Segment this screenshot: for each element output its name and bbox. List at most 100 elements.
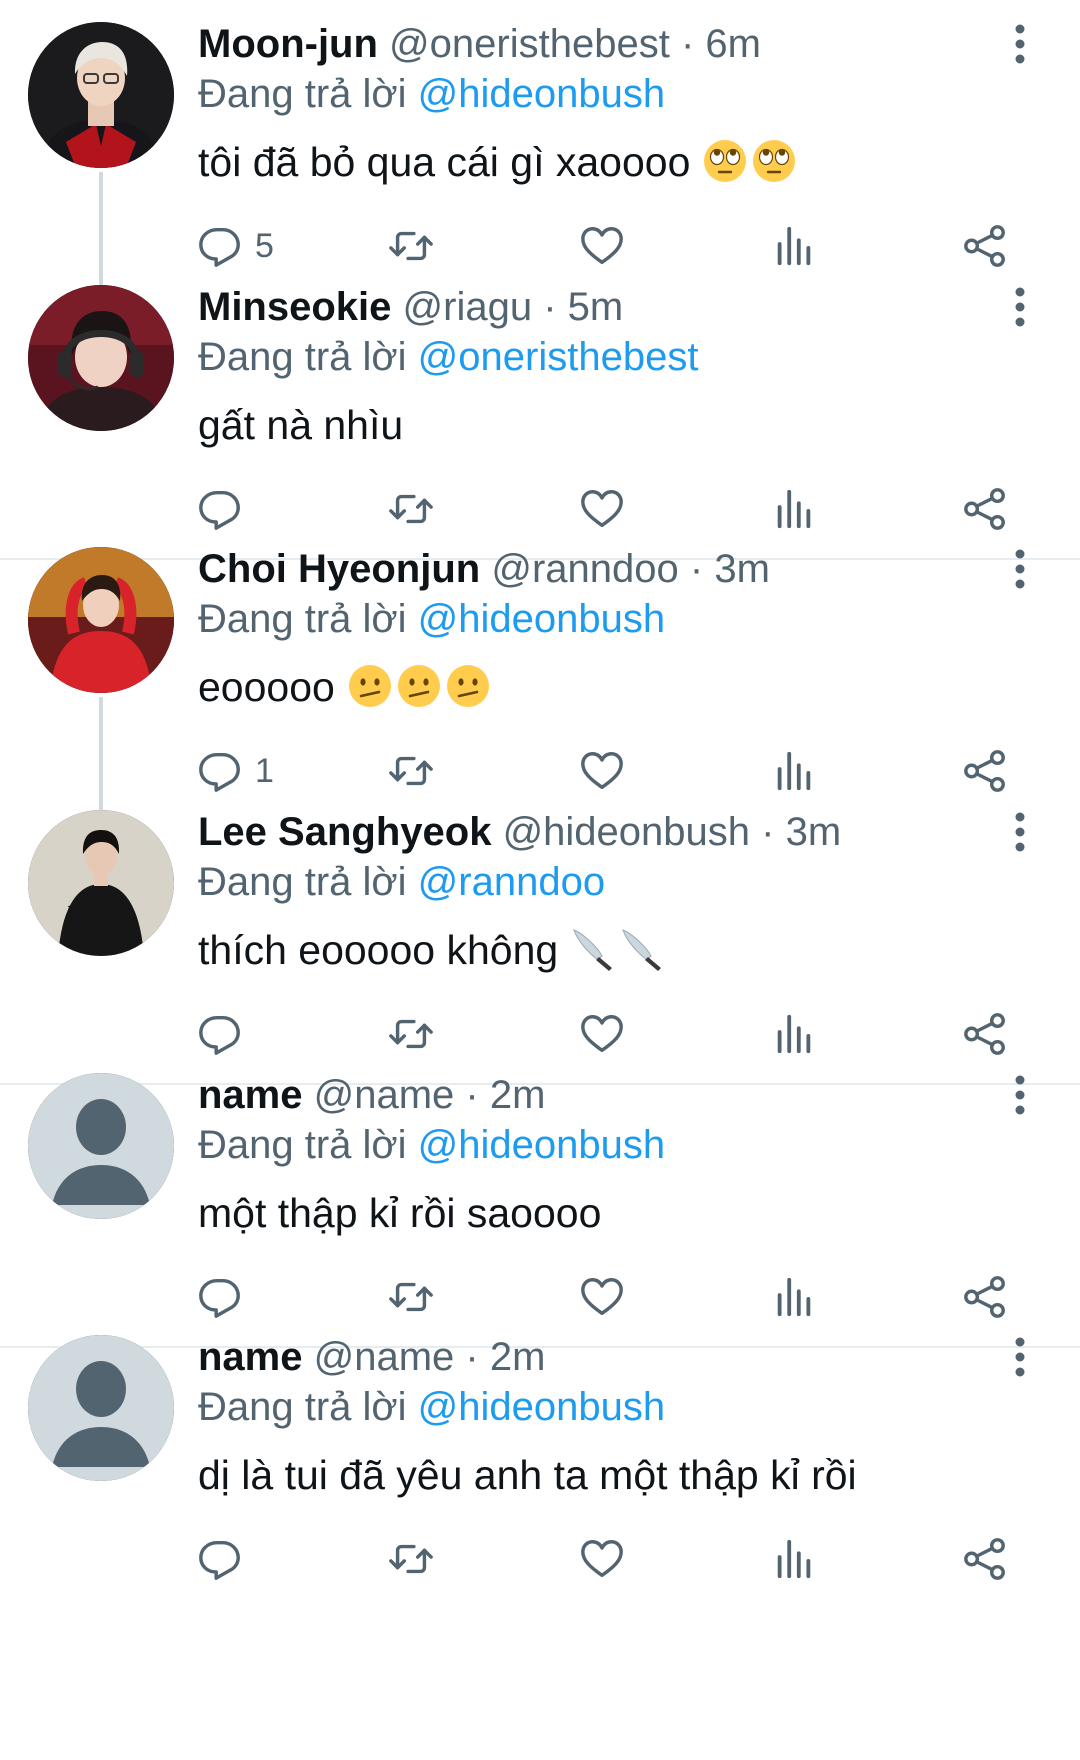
default-avatar[interactable] <box>28 1073 174 1219</box>
reply-mention-link[interactable]: @hideonbush <box>418 1385 665 1429</box>
retweet-button[interactable] <box>388 1531 434 1587</box>
timestamp[interactable]: 6m <box>705 22 761 66</box>
reply-mention-link[interactable]: @hideonbush <box>418 1123 665 1167</box>
reply-mention-link[interactable]: @hideonbush <box>418 597 665 641</box>
reply-prefix: Đang trả lời <box>198 335 407 379</box>
analytics-icon <box>771 1536 817 1582</box>
reply-context: Đang trả lời @hideonbush <box>198 593 665 645</box>
tweet-text-content: dị là tui đã yêu anh ta một thập kỉ rồi <box>198 1452 857 1498</box>
more-vertical-icon[interactable] <box>1000 283 1040 331</box>
display-name[interactable]: name <box>198 1335 303 1379</box>
user-handle[interactable]: @oneristhebest <box>389 22 670 66</box>
share-button[interactable] <box>962 1531 1008 1587</box>
user-handle[interactable]: @name <box>314 1073 455 1117</box>
share-icon <box>962 1536 1008 1582</box>
reply-context: Đang trả lời @hideonbush <box>198 1381 665 1433</box>
like-button[interactable] <box>579 1531 625 1587</box>
timestamp[interactable]: 3m <box>786 810 842 854</box>
emoji-group <box>335 664 491 710</box>
tweet[interactable]: Lee Sanghyeok @hideonbush · 3m Đang trả … <box>0 788 1080 1085</box>
tweet[interactable]: Minseokie @riagu · 5m Đang trả lời @oner… <box>0 263 1080 560</box>
tweet-header: Moon-jun @oneristhebest · 6m <box>198 18 761 70</box>
timestamp[interactable]: 2m <box>490 1335 546 1379</box>
reply-context: Đang trả lời @hideonbush <box>198 1119 665 1171</box>
eye-roll-emoji <box>751 138 797 184</box>
reply-prefix: Đang trả lời <box>198 1123 407 1167</box>
separator-dot: · <box>465 1073 479 1117</box>
default-avatar[interactable] <box>28 1335 174 1481</box>
heart-icon <box>579 1536 625 1582</box>
more-vertical-icon[interactable] <box>1000 1333 1040 1381</box>
tweet-text-content: một thập kỉ rồi saoooo <box>198 1190 602 1236</box>
reply-button[interactable] <box>197 1531 243 1587</box>
separator-dot: · <box>761 810 775 854</box>
reply-context: Đang trả lời @hideonbush <box>198 68 665 120</box>
tweet-text: một thập kỉ rồi saoooo <box>198 1186 601 1240</box>
display-name[interactable]: name <box>198 1073 303 1117</box>
reply-icon <box>197 1536 243 1582</box>
user-handle[interactable]: @ranndoo <box>491 547 678 591</box>
tweet[interactable]: Choi Hyeonjun @ranndoo · 3m Đang trả lời… <box>0 525 1080 827</box>
tweet-text-content: gất nà nhìu <box>198 402 404 448</box>
more-vertical-icon[interactable] <box>1000 20 1040 68</box>
avatar[interactable] <box>28 810 174 956</box>
tweet-text: thích eooooo không <box>198 923 665 977</box>
confused-face-emoji <box>445 663 491 709</box>
timestamp[interactable]: 5m <box>568 285 624 329</box>
tweet[interactable]: name @name · 2m Đang trả lời @hideonbush… <box>0 1051 1080 1348</box>
reply-mention-link[interactable]: @oneristhebest <box>418 335 699 379</box>
user-handle[interactable]: @name <box>314 1335 455 1379</box>
tweet-text: tôi đã bỏ qua cái gì xaoooo <box>198 135 797 189</box>
avatar[interactable] <box>28 285 174 431</box>
user-handle[interactable]: @riagu <box>403 285 533 329</box>
tweet-header: Minseokie @riagu · 5m <box>198 281 623 333</box>
avatar[interactable] <box>28 547 174 693</box>
tweet-header: Lee Sanghyeok @hideonbush · 3m <box>198 806 841 858</box>
separator-dot: · <box>680 22 695 66</box>
tweet-text: eooooo <box>198 660 491 714</box>
views-button[interactable] <box>771 1531 817 1587</box>
reply-count: 1 <box>255 751 274 790</box>
tweet-header: name @name · 2m <box>198 1331 545 1383</box>
separator-dot: · <box>465 1335 479 1379</box>
eye-roll-emoji <box>702 138 748 184</box>
tweet[interactable]: name @name · 2m Đang trả lời @hideonbush… <box>0 1313 1080 1608</box>
tweet-header: name @name · 2m <box>198 1069 545 1121</box>
display-name[interactable]: Lee Sanghyeok <box>198 810 491 854</box>
confused-face-emoji <box>347 663 393 709</box>
reply-count: 5 <box>255 226 274 265</box>
reply-mention-link[interactable]: @ranndoo <box>418 860 605 904</box>
display-name[interactable]: Minseokie <box>198 285 391 329</box>
more-vertical-icon[interactable] <box>1000 808 1040 856</box>
tweet-text: gất nà nhìu <box>198 398 403 452</box>
timestamp[interactable]: 2m <box>490 1073 546 1117</box>
action-bar <box>0 1531 1080 1587</box>
tweet-text: dị là tui đã yêu anh ta một thập kỉ rồi <box>198 1448 857 1502</box>
reply-prefix: Đang trả lời <box>198 860 407 904</box>
tweet-header: Choi Hyeonjun @ranndoo · 3m <box>198 543 770 595</box>
display-name[interactable]: Choi Hyeonjun <box>198 547 480 591</box>
tweet-text-content: tôi đã bỏ qua cái gì xaoooo <box>198 139 691 185</box>
tweet[interactable]: Moon-jun @oneristhebest · 6m Đang trả lờ… <box>0 0 1080 302</box>
separator-dot: · <box>543 285 557 329</box>
display-name[interactable]: Moon-jun <box>198 22 378 66</box>
reply-context: Đang trả lời @oneristhebest <box>198 331 698 383</box>
tweet-text-content: thích eooooo không <box>198 927 559 973</box>
retweet-icon <box>388 1536 434 1582</box>
reply-prefix: Đang trả lời <box>198 597 407 641</box>
reply-prefix: Đang trả lời <box>198 1385 407 1429</box>
confused-face-emoji <box>396 663 442 709</box>
tweet-text-content: eooooo <box>198 664 335 710</box>
emoji-group <box>690 139 797 185</box>
more-vertical-icon[interactable] <box>1000 545 1040 593</box>
reply-mention-link[interactable]: @hideonbush <box>418 72 665 116</box>
more-vertical-icon[interactable] <box>1000 1071 1040 1119</box>
timestamp[interactable]: 3m <box>714 547 770 591</box>
reply-prefix: Đang trả lời <box>198 72 407 116</box>
user-handle[interactable]: @hideonbush <box>503 810 750 854</box>
reply-context: Đang trả lời @ranndoo <box>198 856 605 908</box>
emoji-group <box>558 927 665 973</box>
separator-dot: · <box>689 547 704 591</box>
avatar[interactable] <box>28 22 174 168</box>
knife-emoji <box>619 926 665 972</box>
